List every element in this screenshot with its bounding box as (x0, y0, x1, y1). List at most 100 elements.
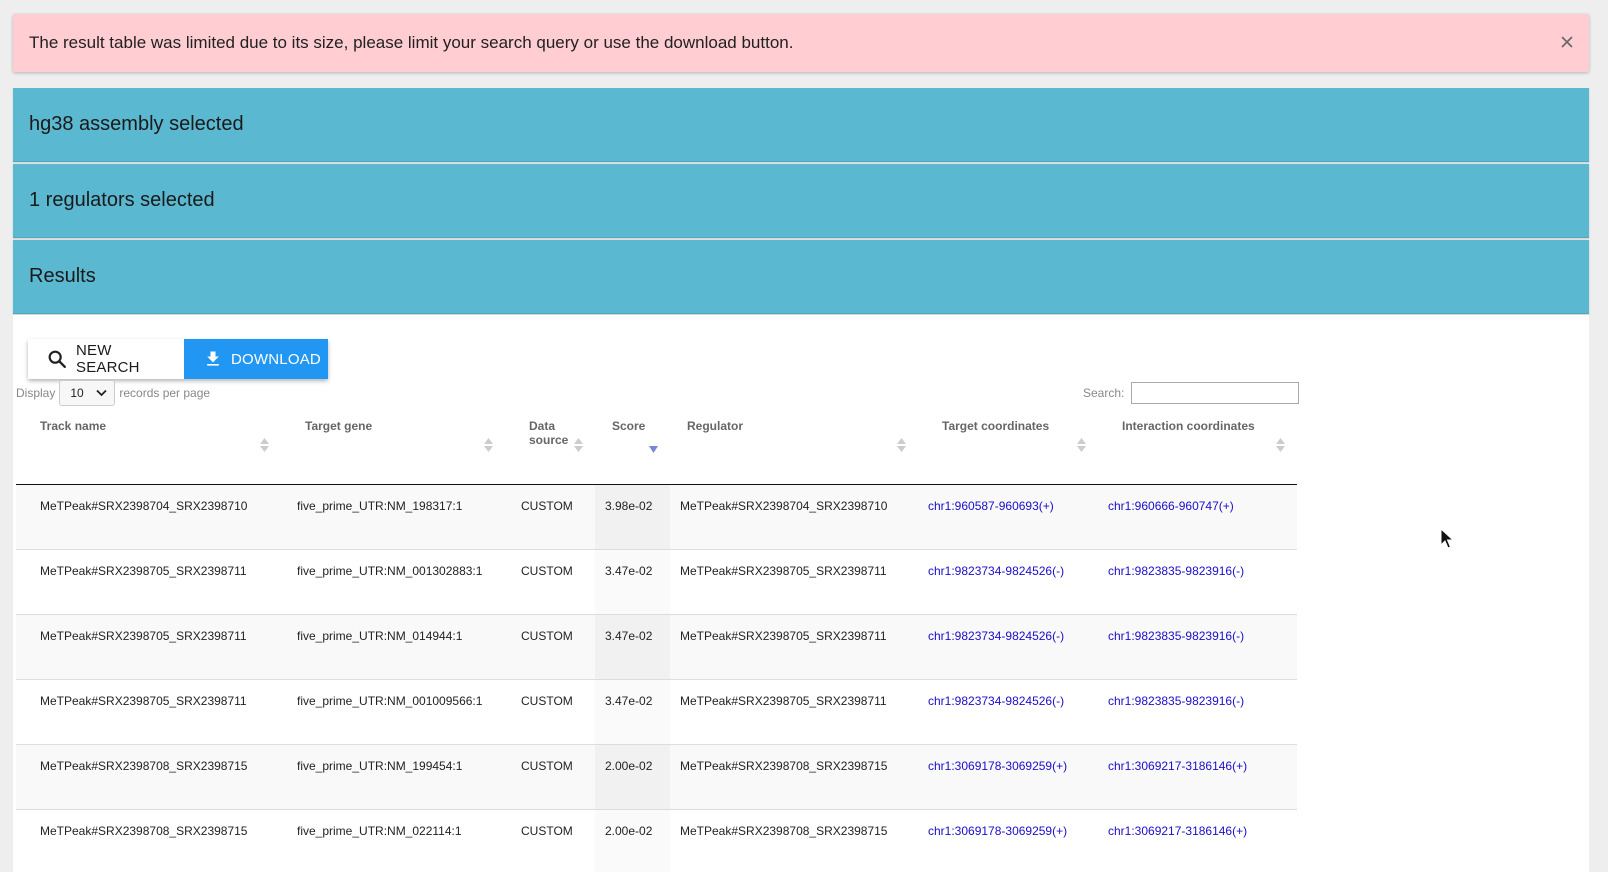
cell-data-source: CUSTOM (505, 614, 595, 680)
cell-score: 3.47e-02 (595, 679, 670, 745)
table-search: Search: (1083, 382, 1300, 404)
target-coordinates-link[interactable]: chr1:9823734-9824526(-) (928, 694, 1064, 708)
new-search-button[interactable]: NEW SEARCH (28, 339, 184, 379)
cell-target-gene: five_prime_UTR:NM_198317:1 (281, 484, 505, 550)
cell-regulator: MeTPeak#SRX2398708_SRX2398715 (670, 744, 918, 810)
table-row[interactable]: MeTPeak#SRX2398708_SRX2398715 five_prime_… (16, 809, 1297, 872)
search-label: Search: (1083, 386, 1125, 400)
warning-alert: The result table was limited due to its … (13, 14, 1589, 72)
interaction-coordinates-link[interactable]: chr1:3069217-3186146(+) (1108, 824, 1247, 838)
chevron-down-icon (96, 386, 107, 400)
cell-interaction-coordinates: chr1:9823835-9823916(-) (1098, 614, 1297, 680)
column-header-target-coordinates[interactable]: Target coordinates (918, 405, 1098, 485)
cell-regulator: MeTPeak#SRX2398705_SRX2398711 (670, 614, 918, 680)
table-body: MeTPeak#SRX2398704_SRX2398710 five_prime_… (16, 484, 1297, 872)
column-header-label: Data source (529, 419, 569, 447)
alert-message: The result table was limited due to its … (29, 33, 794, 52)
sort-both-icon (574, 438, 583, 455)
cell-track-name: MeTPeak#SRX2398704_SRX2398710 (16, 484, 281, 550)
interaction-coordinates-link[interactable]: chr1:3069217-3186146(+) (1108, 759, 1247, 773)
sort-desc-icon (649, 442, 658, 456)
cell-track-name: MeTPeak#SRX2398705_SRX2398711 (16, 549, 281, 615)
cell-score: 3.47e-02 (595, 549, 670, 615)
column-header-label: Regulator (687, 419, 744, 433)
records-per-page-label: records per page (119, 386, 211, 400)
action-button-group: NEW SEARCH DOWNLOAD (28, 339, 328, 379)
cell-target-coordinates: chr1:3069178-3069259(+) (918, 744, 1098, 810)
interaction-coordinates-link[interactable]: chr1:9823835-9823916(-) (1108, 694, 1244, 708)
page-length-control: Display 10 records per page (16, 380, 210, 406)
cell-track-name: MeTPeak#SRX2398708_SRX2398715 (16, 744, 281, 810)
cell-target-gene: five_prime_UTR:NM_001302883:1 (281, 549, 505, 615)
table-row[interactable]: MeTPeak#SRX2398705_SRX2398711 five_prime_… (16, 614, 1297, 680)
target-coordinates-link[interactable]: chr1:9823734-9824526(-) (928, 629, 1064, 643)
assembly-panel-header[interactable]: hg38 assembly selected (13, 88, 1589, 162)
cell-target-gene: five_prime_UTR:NM_014944:1 (281, 614, 505, 680)
results-table: Track name Target gene Data source Score Reg… (16, 405, 1297, 872)
sort-both-icon (1077, 438, 1086, 455)
cell-interaction-coordinates: chr1:960666-960747(+) (1098, 484, 1297, 550)
column-header-target-gene[interactable]: Target gene (281, 405, 505, 485)
cell-regulator: MeTPeak#SRX2398705_SRX2398711 (670, 549, 918, 615)
column-header-data-source[interactable]: Data source (505, 405, 595, 485)
download-icon (203, 349, 223, 369)
sort-both-icon (260, 438, 269, 455)
new-search-label: NEW SEARCH (76, 342, 140, 376)
results-panel-header[interactable]: Results (13, 240, 1589, 314)
sort-both-icon (897, 438, 906, 455)
cell-track-name: MeTPeak#SRX2398705_SRX2398711 (16, 614, 281, 680)
mouse-cursor-icon (1440, 527, 1456, 555)
column-header-score[interactable]: Score (595, 405, 670, 485)
page-size-value: 10 (70, 386, 84, 400)
table-header-row: Track name Target gene Data source Score Reg… (16, 405, 1297, 485)
target-coordinates-link[interactable]: chr1:3069178-3069259(+) (928, 759, 1067, 773)
cell-data-source: CUSTOM (505, 484, 595, 550)
search-icon (46, 348, 68, 370)
target-coordinates-link[interactable]: chr1:3069178-3069259(+) (928, 824, 1067, 838)
close-icon[interactable] (1559, 34, 1575, 50)
cell-target-gene: five_prime_UTR:NM_022114:1 (281, 809, 505, 872)
interaction-coordinates-link[interactable]: chr1:9823835-9823916(-) (1108, 564, 1244, 578)
cell-target-gene: five_prime_UTR:NM_199454:1 (281, 744, 505, 810)
cell-regulator: MeTPeak#SRX2398705_SRX2398711 (670, 679, 918, 745)
cell-interaction-coordinates: chr1:3069217-3186146(+) (1098, 744, 1297, 810)
cell-interaction-coordinates: chr1:9823835-9823916(-) (1098, 679, 1297, 745)
column-header-label: Target coordinates (942, 419, 1050, 433)
cell-interaction-coordinates: chr1:3069217-3186146(+) (1098, 809, 1297, 872)
column-header-label: Target gene (305, 419, 373, 433)
download-button[interactable]: DOWNLOAD (184, 339, 328, 379)
cell-target-coordinates: chr1:960587-960693(+) (918, 484, 1098, 550)
cell-data-source: CUSTOM (505, 679, 595, 745)
table-row[interactable]: MeTPeak#SRX2398705_SRX2398711 five_prime_… (16, 549, 1297, 615)
column-header-interaction-coordinates[interactable]: Interaction coordinates (1098, 405, 1297, 485)
column-header-label: Interaction coordinates (1122, 419, 1255, 433)
table-row[interactable]: MeTPeak#SRX2398704_SRX2398710 five_prime_… (16, 484, 1297, 550)
cell-target-coordinates: chr1:9823734-9824526(-) (918, 679, 1098, 745)
display-label: Display (16, 386, 56, 400)
cell-target-coordinates: chr1:9823734-9824526(-) (918, 549, 1098, 615)
cell-track-name: MeTPeak#SRX2398705_SRX2398711 (16, 679, 281, 745)
cell-score: 3.47e-02 (595, 614, 670, 680)
cell-interaction-coordinates: chr1:9823835-9823916(-) (1098, 549, 1297, 615)
target-coordinates-link[interactable]: chr1:960587-960693(+) (928, 499, 1054, 513)
column-header-regulator[interactable]: Regulator (670, 405, 918, 485)
search-input[interactable] (1131, 382, 1300, 404)
cell-regulator: MeTPeak#SRX2398704_SRX2398710 (670, 484, 918, 550)
table-row[interactable]: MeTPeak#SRX2398708_SRX2398715 five_prime_… (16, 744, 1297, 810)
regulators-panel-header[interactable]: 1 regulators selected (13, 164, 1589, 238)
cell-data-source: CUSTOM (505, 809, 595, 872)
interaction-coordinates-link[interactable]: chr1:9823835-9823916(-) (1108, 629, 1244, 643)
assembly-panel-title: hg38 assembly selected (29, 113, 244, 135)
regulators-panel-title: 1 regulators selected (29, 189, 215, 211)
cell-score: 2.00e-02 (595, 809, 670, 872)
cell-target-coordinates: chr1:3069178-3069259(+) (918, 809, 1098, 872)
page-size-select[interactable]: 10 (59, 380, 116, 406)
sort-both-icon (1276, 438, 1285, 455)
sort-both-icon (484, 438, 493, 455)
page: The result table was limited due to its … (0, 0, 1608, 872)
column-header-track-name[interactable]: Track name (16, 405, 281, 485)
interaction-coordinates-link[interactable]: chr1:960666-960747(+) (1108, 499, 1234, 513)
table-row[interactable]: MeTPeak#SRX2398705_SRX2398711 five_prime_… (16, 679, 1297, 745)
cell-score: 2.00e-02 (595, 744, 670, 810)
target-coordinates-link[interactable]: chr1:9823734-9824526(-) (928, 564, 1064, 578)
